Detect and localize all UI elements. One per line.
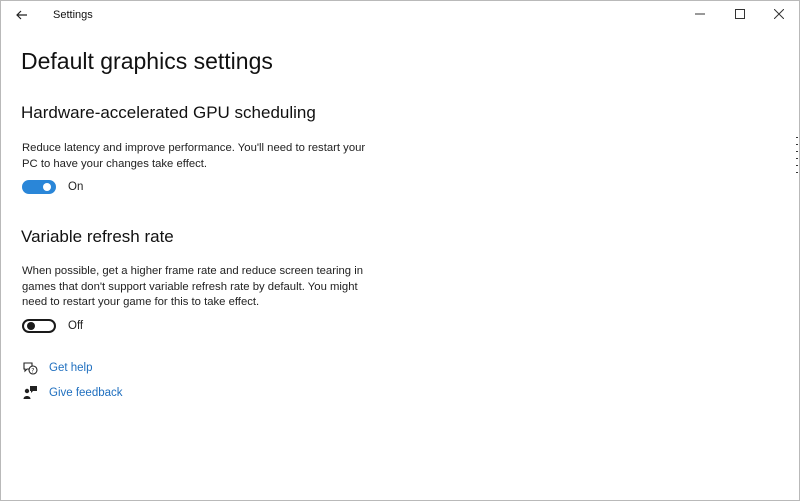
close-icon	[773, 6, 785, 24]
gpu-scheduling-toggle[interactable]	[22, 180, 56, 194]
get-help-link[interactable]: ? Get help	[22, 360, 92, 376]
page-title: Default graphics settings	[21, 48, 273, 74]
vrr-description: When possible, get a higher frame rate a…	[22, 265, 363, 308]
maximize-icon	[735, 6, 745, 24]
help-chat-icon: ?	[22, 360, 38, 376]
give-feedback-label: Give feedback	[49, 387, 123, 399]
app-title: Settings	[53, 9, 93, 21]
back-arrow-icon	[16, 7, 28, 25]
title-bar: Settings	[1, 1, 799, 31]
toggle-knob	[27, 322, 35, 330]
svg-text:?: ?	[31, 367, 34, 374]
side-edge-marks	[796, 137, 799, 179]
gpu-scheduling-toggle-row: On	[22, 178, 83, 196]
gpu-scheduling-heading: Hardware-accelerated GPU scheduling	[21, 103, 316, 122]
gpu-scheduling-description: Reduce latency and improve performance. …	[22, 142, 366, 170]
vrr-toggle[interactable]	[22, 319, 56, 333]
minimize-button[interactable]	[681, 1, 719, 29]
vrr-toggle-row: Off	[22, 317, 83, 335]
back-button[interactable]	[9, 5, 35, 27]
toggle-knob	[43, 183, 51, 191]
vrr-heading: Variable refresh rate	[21, 227, 174, 246]
close-button[interactable]	[760, 1, 798, 29]
gpu-scheduling-toggle-label: On	[68, 181, 84, 193]
minimize-icon	[695, 6, 705, 24]
give-feedback-link[interactable]: Give feedback	[22, 385, 123, 401]
get-help-label: Get help	[49, 362, 93, 374]
vrr-toggle-label: Off	[68, 320, 84, 332]
maximize-button[interactable]	[721, 1, 759, 29]
settings-window: Settings Default graphics settings Hardw…	[0, 0, 800, 501]
feedback-person-icon	[22, 385, 38, 401]
